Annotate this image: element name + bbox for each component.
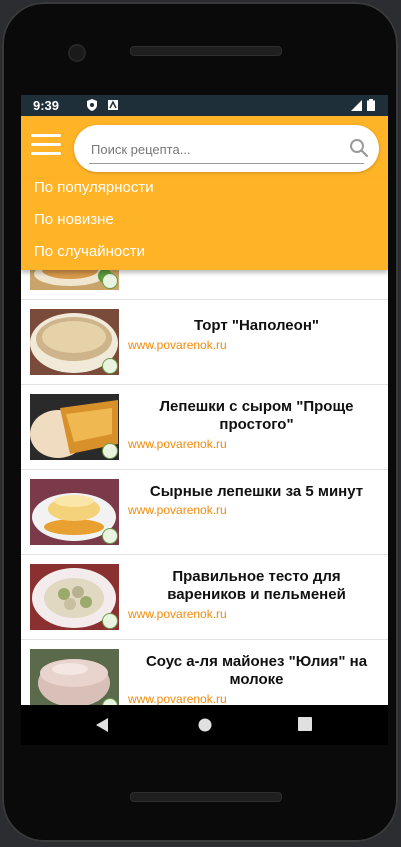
signal-icon xyxy=(351,100,362,111)
recipe-source[interactable]: www.povarenok.ru xyxy=(128,503,227,517)
battery-icon xyxy=(367,99,375,111)
recipe-thumbnail xyxy=(30,649,119,705)
recipe-thumbnail xyxy=(30,479,119,545)
search-input[interactable] xyxy=(89,137,343,161)
hamburger-icon xyxy=(31,134,61,155)
status-time: 9:39 xyxy=(33,98,60,113)
source-badge-icon xyxy=(102,443,118,459)
search-box xyxy=(74,125,379,172)
bottom-speaker xyxy=(130,792,282,802)
app-screen: 9:39 По популярности По новизне По случа… xyxy=(21,95,388,705)
recipe-thumbnail xyxy=(30,564,119,630)
recipe-item[interactable]: Лепешки с сыром "Проще простого" www.pov… xyxy=(21,385,388,470)
menu-button[interactable] xyxy=(31,134,61,158)
sort-option-popular[interactable]: По популярности xyxy=(34,179,154,196)
source-badge-icon xyxy=(102,613,118,629)
sort-option-newest[interactable]: По новизне xyxy=(34,211,114,228)
source-badge-icon xyxy=(102,528,118,544)
sort-option-random[interactable]: По случайности xyxy=(34,243,145,260)
recipe-source[interactable]: www.povarenok.ru xyxy=(128,437,227,451)
recipe-thumbnail xyxy=(30,394,119,460)
recipe-item[interactable]: Сырные лепешки за 5 минут www.povarenok.… xyxy=(21,470,388,555)
recipe-title: Лепешки с сыром "Проще простого" xyxy=(159,398,354,433)
system-nav-bar xyxy=(21,705,388,745)
front-camera xyxy=(68,44,86,62)
recipe-title: Торт "Наполеон" xyxy=(193,317,319,334)
sort-dropdown: По популярности По новизне По случайност… xyxy=(21,178,388,270)
back-triangle-icon[interactable] xyxy=(95,717,109,733)
recipe-item[interactable]: Правильное тесто для вареников и пельмен… xyxy=(21,555,388,640)
search-underline xyxy=(89,163,364,164)
recipe-title: Сырные лепешки за 5 минут xyxy=(149,483,364,500)
app-bar xyxy=(21,116,388,178)
earpiece-speaker xyxy=(130,46,282,56)
home-circle-icon[interactable] xyxy=(197,717,213,733)
shield-icon xyxy=(87,99,97,111)
status-bar: 9:39 xyxy=(21,95,388,116)
search-icon[interactable] xyxy=(349,138,369,158)
recipe-title: Правильное тесто для вареников и пельмен… xyxy=(167,568,346,603)
recipe-source[interactable]: www.povarenok.ru xyxy=(128,338,227,352)
recents-square-icon[interactable] xyxy=(298,717,312,731)
notification-a-icon xyxy=(108,100,118,110)
recipe-item[interactable]: Соус а-ля майонез "Юлия" на молоке www.p… xyxy=(21,640,388,705)
recipe-source[interactable]: www.povarenok.ru xyxy=(128,692,227,705)
recipe-source[interactable]: www.povarenok.ru xyxy=(128,607,227,621)
recipe-item[interactable]: Торт "Наполеон" www.povarenok.ru xyxy=(21,300,388,385)
recipe-thumbnail xyxy=(30,309,119,375)
source-badge-icon xyxy=(102,273,118,289)
source-badge-icon xyxy=(102,358,118,374)
recipe-title: Соус а-ля майонез "Юлия" на молоке xyxy=(145,653,368,688)
